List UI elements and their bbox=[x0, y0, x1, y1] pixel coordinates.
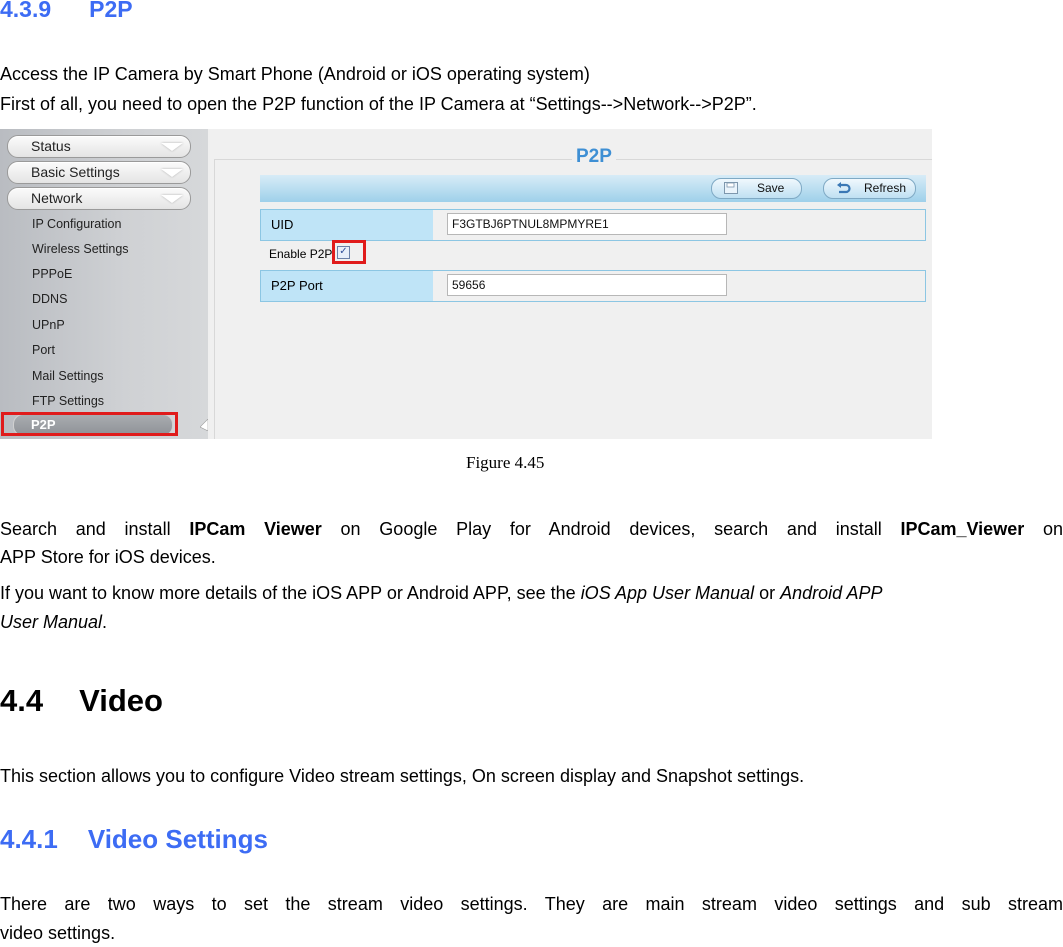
figure-screenshot: Status Basic Settings Network IP Configu… bbox=[0, 129, 932, 439]
video-settings-paragraph-line-2: video settings. bbox=[0, 923, 116, 943]
highlight-box-p2p bbox=[1, 412, 178, 436]
p2p-port-field[interactable] bbox=[447, 274, 727, 296]
refresh-button[interactable]: Refresh bbox=[823, 178, 916, 199]
android-manual-ref: Android APP bbox=[780, 583, 883, 603]
settings-content: P2P Save Refresh UID Enable P2P ✓ bbox=[210, 129, 932, 439]
save-label: Save bbox=[757, 181, 785, 195]
section-title: P2P bbox=[89, 0, 133, 22]
app-name-android: IPCam Viewer bbox=[189, 519, 322, 539]
chevron-down-icon bbox=[161, 195, 183, 203]
menu-basic-settings[interactable]: Basic Settings bbox=[7, 161, 191, 184]
uid-field[interactable] bbox=[447, 213, 727, 235]
uid-row: UID bbox=[260, 209, 926, 241]
details-paragraph-line-1: If you want to know more details of the … bbox=[0, 580, 1063, 606]
text: on Google Play for Android devices, sear… bbox=[321, 519, 901, 539]
section-number: 4.3.9 bbox=[0, 0, 52, 22]
app-name-ios: IPCam_Viewer bbox=[900, 519, 1025, 539]
text: on bbox=[1024, 519, 1063, 539]
section-number: 4.4.1 bbox=[0, 824, 58, 854]
ios-manual-ref: iOS App User Manual bbox=[580, 583, 755, 603]
enable-p2p-label: Enable P2P bbox=[269, 247, 333, 261]
menu-status[interactable]: Status bbox=[7, 135, 191, 158]
intro-line-1: Access the IP Camera by Smart Phone (And… bbox=[0, 64, 590, 84]
intro-line-2: First of all, you need to open the P2P f… bbox=[0, 94, 757, 114]
sidebar-item-ftp-settings[interactable]: FTP Settings bbox=[32, 394, 104, 408]
video-section-description: This section allows you to configure Vid… bbox=[0, 766, 805, 786]
menu-label: Basic Settings bbox=[31, 164, 120, 180]
sidebar-item-upnp[interactable]: UPnP bbox=[32, 318, 65, 332]
save-button[interactable]: Save bbox=[711, 178, 802, 199]
sidebar-item-port[interactable]: Port bbox=[32, 343, 55, 357]
panel-toolbar: Save Refresh bbox=[260, 175, 926, 202]
install-paragraph-line-1: Search and install IPCam Viewer on Googl… bbox=[0, 516, 1063, 542]
section-heading-4-4: 4.4 Video bbox=[0, 683, 163, 719]
section-number: 4.4 bbox=[0, 683, 44, 718]
menu-label: Network bbox=[31, 190, 83, 206]
section-title: Video bbox=[79, 683, 163, 718]
menu-label: Status bbox=[31, 138, 71, 154]
text: . bbox=[102, 612, 108, 632]
text: or bbox=[754, 583, 781, 603]
chevron-down-icon bbox=[161, 169, 183, 177]
settings-sidebar: Status Basic Settings Network IP Configu… bbox=[0, 129, 208, 439]
chevron-down-icon bbox=[161, 143, 183, 151]
save-icon bbox=[724, 182, 738, 194]
text: Search and install bbox=[0, 519, 190, 539]
menu-network[interactable]: Network bbox=[7, 187, 191, 210]
figure-caption: Figure 4.45 bbox=[466, 453, 545, 472]
sidebar-item-ddns[interactable]: DDNS bbox=[32, 292, 67, 306]
collapse-arrow-icon[interactable] bbox=[200, 419, 208, 431]
section-title: Video Settings bbox=[87, 824, 268, 854]
p2p-port-label: P2P Port bbox=[271, 278, 323, 293]
sidebar-item-ip-configuration[interactable]: IP Configuration bbox=[32, 217, 121, 231]
panel-title: P2P bbox=[572, 146, 616, 168]
section-heading-4-3-9: 4.3.9 P2P bbox=[0, 0, 133, 23]
text: If you want to know more details of the … bbox=[0, 583, 581, 603]
sidebar-item-mail-settings[interactable]: Mail Settings bbox=[32, 369, 104, 383]
sidebar-item-wireless-settings[interactable]: Wireless Settings bbox=[32, 242, 129, 256]
p2p-port-row: P2P Port bbox=[260, 270, 926, 302]
install-paragraph-line-2: APP Store for iOS devices. bbox=[0, 547, 216, 567]
refresh-label: Refresh bbox=[864, 181, 907, 195]
refresh-icon bbox=[837, 182, 851, 194]
sidebar-item-pppoe[interactable]: PPPoE bbox=[32, 267, 72, 281]
uid-label: UID bbox=[271, 217, 294, 232]
highlight-box-checkbox bbox=[332, 240, 366, 264]
details-paragraph-line-2: User Manual. bbox=[0, 609, 107, 635]
android-manual-ref-cont: User Manual bbox=[0, 612, 103, 632]
section-heading-4-4-1: 4.4.1 Video Settings bbox=[0, 824, 268, 855]
video-settings-paragraph-line-1: There are two ways to set the stream vid… bbox=[0, 894, 1063, 914]
